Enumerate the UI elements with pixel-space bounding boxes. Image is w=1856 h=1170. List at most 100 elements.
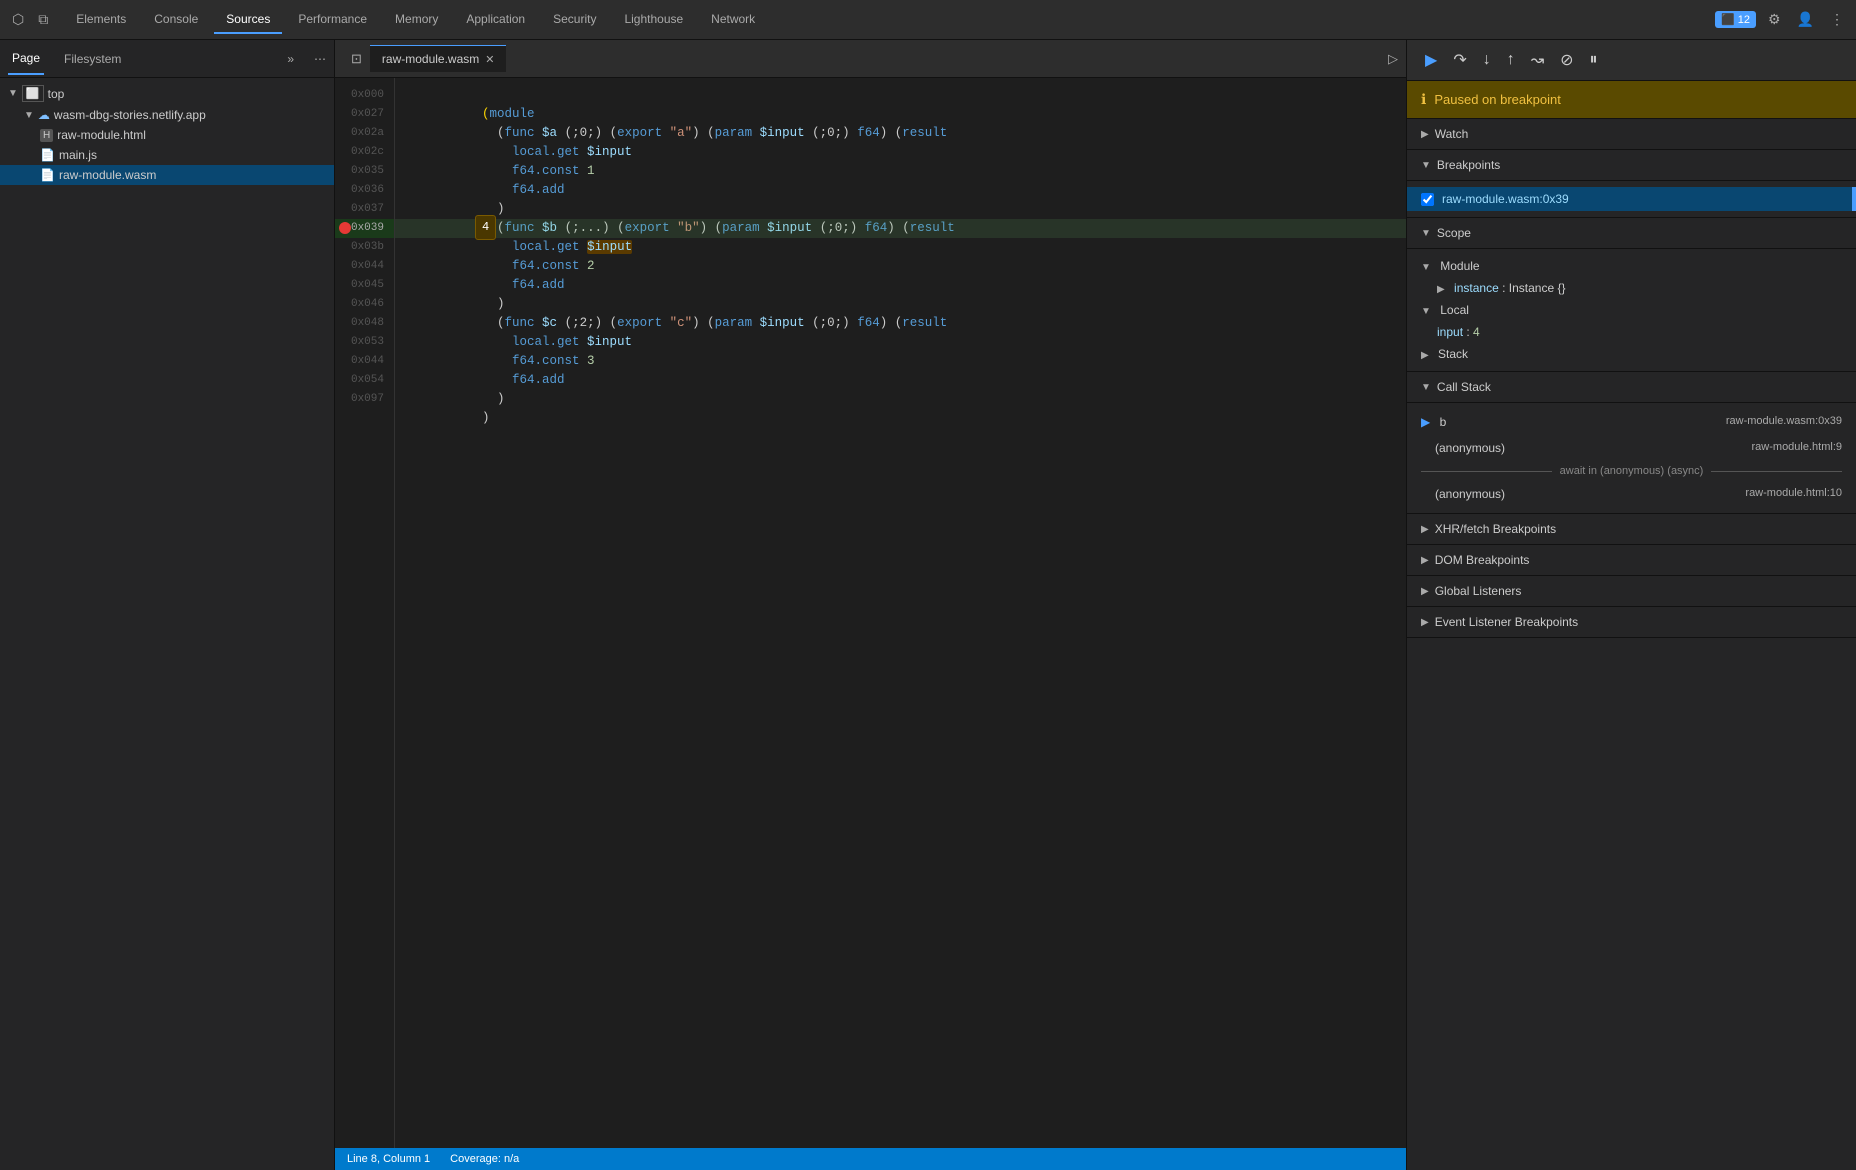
- deactivate-btn[interactable]: ⊘: [1554, 46, 1579, 74]
- call-stack-fn-anon1: (anonymous): [1435, 441, 1505, 455]
- tab-performance[interactable]: Performance: [286, 6, 379, 34]
- scope-local-arrow: ▼: [1421, 306, 1431, 317]
- sidebar-more-btn[interactable]: »: [287, 52, 294, 66]
- sidebar-tab-page[interactable]: Page: [8, 43, 44, 75]
- call-stack-loc-anon2: raw-module.html:10: [1745, 487, 1842, 499]
- code-line-0x000: (module: [395, 86, 1406, 105]
- scope-group-local[interactable]: ▼ Local: [1407, 299, 1856, 321]
- scope-instance-arrow: ▶: [1437, 284, 1445, 295]
- step-out-btn[interactable]: ↑: [1501, 47, 1521, 73]
- tree-item-wasm[interactable]: 📄 raw-module.wasm: [0, 165, 334, 185]
- scope-stack-arrow: ▶: [1421, 350, 1429, 361]
- pause-btn[interactable]: ⏸: [1584, 47, 1604, 73]
- sidebar: Page Filesystem » ⋯ ▼ ⬜ top ▼ ☁ wasm-dbg…: [0, 40, 335, 1170]
- nav-right-icons: ⬛ 12 ⚙ 👤 ⋮: [1715, 7, 1848, 32]
- settings-icon[interactable]: ⚙: [1764, 7, 1785, 32]
- code-line-0x037: (func $b (;...) (export "b") (param $inp…: [395, 200, 1406, 219]
- code-tooltip: 4: [475, 215, 496, 240]
- more-icon[interactable]: ⋮: [1826, 7, 1848, 32]
- watch-label: Watch: [1435, 127, 1469, 141]
- tree-item-js[interactable]: 📄 main.js: [0, 145, 334, 165]
- tree-item-html[interactable]: H raw-module.html: [0, 125, 334, 145]
- tree-label-wasm: raw-module.wasm: [59, 168, 156, 182]
- watch-arrow: ▶: [1421, 129, 1429, 140]
- tree-item-site[interactable]: ▼ ☁ wasm-dbg-stories.netlify.app: [0, 105, 334, 125]
- profile-icon[interactable]: 👤: [1793, 7, 1818, 32]
- scope-val-instance: Instance {}: [1509, 281, 1566, 295]
- code-area: ⊡ raw-module.wasm ✕ ▷ 0x000 0x027 0x02a …: [335, 40, 1406, 1170]
- ln-0x036: 0x036: [335, 181, 394, 200]
- status-line-col: Line 8, Column 1: [347, 1153, 430, 1165]
- tab-memory[interactable]: Memory: [383, 6, 450, 34]
- code-line-0x045: ): [395, 276, 1406, 295]
- call-stack-item-anon1[interactable]: (anonymous) raw-module.html:9: [1407, 435, 1856, 461]
- code-file-tab[interactable]: raw-module.wasm ✕: [370, 45, 507, 72]
- code-lines: (module (func $a (;0;) (export "a") (par…: [395, 78, 1406, 1148]
- call-stack-label: Call Stack: [1437, 380, 1491, 394]
- ln-0x000: 0x000: [335, 86, 394, 105]
- scope-sep-instance: :: [1502, 281, 1509, 295]
- status-coverage: Coverage: n/a: [450, 1153, 519, 1165]
- frame-icon: ⬜: [22, 85, 44, 102]
- sidebar-tree: ▼ ⬜ top ▼ ☁ wasm-dbg-stories.netlify.app…: [0, 78, 334, 1170]
- code-line-0x044b: f64.add: [395, 352, 1406, 371]
- resume-btn[interactable]: ▶: [1419, 46, 1443, 74]
- tab-network[interactable]: Network: [699, 6, 767, 34]
- tree-label-site: wasm-dbg-stories.netlify.app: [54, 108, 206, 122]
- tab-application[interactable]: Application: [454, 6, 537, 34]
- ln-0x048: 0x048: [335, 314, 394, 333]
- scope-local-label: Local: [1440, 303, 1469, 317]
- scope-item-instance[interactable]: ▶ instance : Instance {}: [1423, 277, 1856, 299]
- global-listeners-header[interactable]: ▶ Global Listeners: [1407, 576, 1856, 607]
- code-line-0x02a: local.get $input: [395, 124, 1406, 143]
- tab-security[interactable]: Security: [541, 6, 608, 34]
- code-line-0x035: f64.add: [395, 162, 1406, 181]
- tree-item-top[interactable]: ▼ ⬜ top: [0, 82, 334, 105]
- bp-active-bar: [1852, 187, 1856, 211]
- watch-header[interactable]: ▶ Watch: [1407, 119, 1856, 150]
- scope-group-module[interactable]: ▼ Module: [1407, 255, 1856, 277]
- call-stack-item-b[interactable]: ▶ b raw-module.wasm:0x39: [1407, 409, 1856, 435]
- sidebar-tab-filesystem[interactable]: Filesystem: [60, 44, 125, 74]
- scope-arrow: ▼: [1421, 228, 1431, 239]
- sidebar-menu-btn[interactable]: ⋯: [314, 52, 326, 66]
- tab-console[interactable]: Console: [142, 6, 210, 34]
- code-content[interactable]: 0x000 0x027 0x02a 0x02c 0x035 0x036 0x03…: [335, 78, 1406, 1148]
- toggle-sidebar-btn[interactable]: ⊡: [343, 45, 370, 73]
- event-listener-header[interactable]: ▶ Event Listener Breakpoints: [1407, 607, 1856, 638]
- cursor-icon[interactable]: ⬡: [8, 7, 28, 32]
- scope-header[interactable]: ▼ Scope: [1407, 218, 1856, 249]
- device-toggle-icon[interactable]: ⧉: [34, 7, 52, 32]
- call-stack-item-anon2[interactable]: (anonymous) raw-module.html:10: [1407, 481, 1856, 507]
- code-tab-close[interactable]: ✕: [485, 53, 494, 66]
- ln-0x02a: 0x02a: [335, 124, 394, 143]
- breakpoint-item[interactable]: raw-module.wasm:0x39: [1407, 187, 1856, 211]
- devtools-badge[interactable]: ⬛ 12: [1715, 11, 1756, 28]
- code-tab-right-btn[interactable]: ▷: [1388, 51, 1398, 67]
- call-stack-header[interactable]: ▼ Call Stack: [1407, 372, 1856, 403]
- step-over-btn[interactable]: ↷: [1447, 46, 1472, 74]
- breakpoints-header[interactable]: ▼ Breakpoints: [1407, 150, 1856, 181]
- step-btn[interactable]: ↝: [1525, 46, 1550, 74]
- top-nav: ⬡ ⧉ Elements Console Sources Performance…: [0, 0, 1856, 40]
- event-label: Event Listener Breakpoints: [1435, 615, 1578, 629]
- ln-0x044b: 0x044: [335, 352, 394, 371]
- ln-0x039[interactable]: 0x039: [335, 219, 394, 238]
- ln-0x053: 0x053: [335, 333, 394, 352]
- debug-toolbar: ▶ ↷ ↓ ↑ ↝ ⊘ ⏸: [1407, 40, 1856, 81]
- tab-lighthouse[interactable]: Lighthouse: [612, 6, 695, 34]
- tab-elements[interactable]: Elements: [64, 6, 138, 34]
- code-tab-filename: raw-module.wasm: [382, 52, 479, 66]
- code-line-0x054: ): [395, 371, 1406, 390]
- breakpoint-checkbox[interactable]: [1421, 193, 1434, 206]
- dom-arrow: ▶: [1421, 555, 1429, 566]
- tab-sources[interactable]: Sources: [214, 6, 282, 34]
- xhr-breakpoints-header[interactable]: ▶ XHR/fetch Breakpoints: [1407, 514, 1856, 545]
- ln-0x044: 0x044: [335, 257, 394, 276]
- step-into-btn[interactable]: ↓: [1477, 47, 1497, 73]
- call-stack-loc-b: raw-module.wasm:0x39: [1726, 415, 1842, 427]
- scope-module-arrow: ▼: [1421, 262, 1431, 273]
- call-stack-content: ▶ b raw-module.wasm:0x39 (anonymous) raw…: [1407, 403, 1856, 514]
- dom-breakpoints-header[interactable]: ▶ DOM Breakpoints: [1407, 545, 1856, 576]
- scope-group-stack[interactable]: ▶ Stack: [1407, 343, 1856, 365]
